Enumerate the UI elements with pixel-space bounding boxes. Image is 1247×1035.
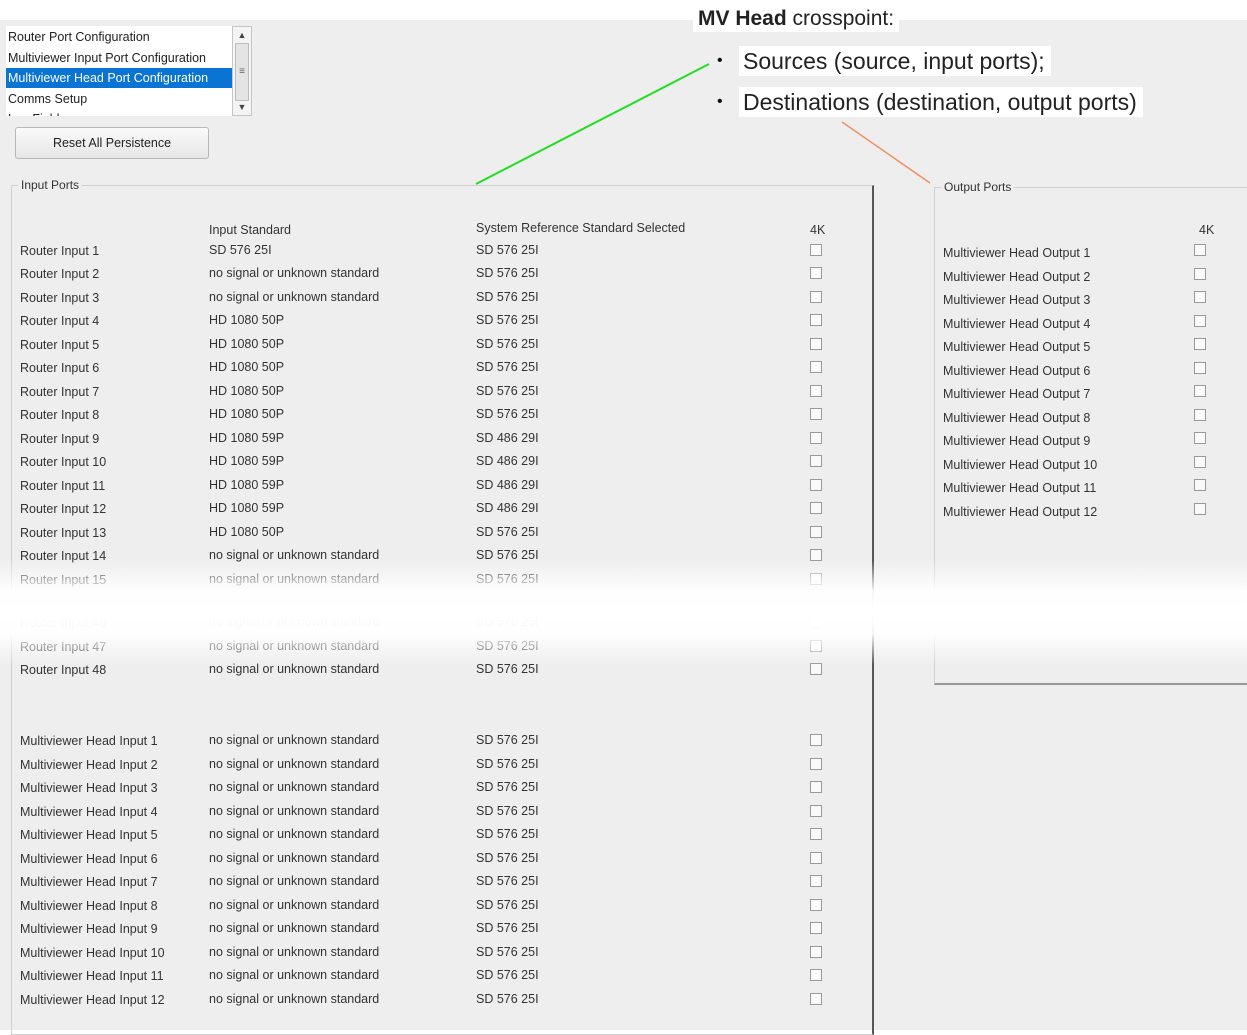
destinations-leader-line	[841, 121, 931, 184]
callout-title-bold: MV Head	[698, 7, 787, 30]
callout-destinations: Destinations (destination, output ports)	[739, 87, 1143, 117]
sources-leader-line	[475, 63, 710, 185]
callout-bullet-icon: •	[717, 93, 723, 110]
callout-sources: Sources (source, input ports);	[739, 46, 1051, 76]
callout-leader-lines	[475, 63, 931, 185]
callout-bullet-icon: •	[717, 52, 723, 69]
callout-title-rest: crosspoint:	[786, 7, 895, 30]
callout-title: MV Head crosspoint:	[693, 6, 900, 32]
